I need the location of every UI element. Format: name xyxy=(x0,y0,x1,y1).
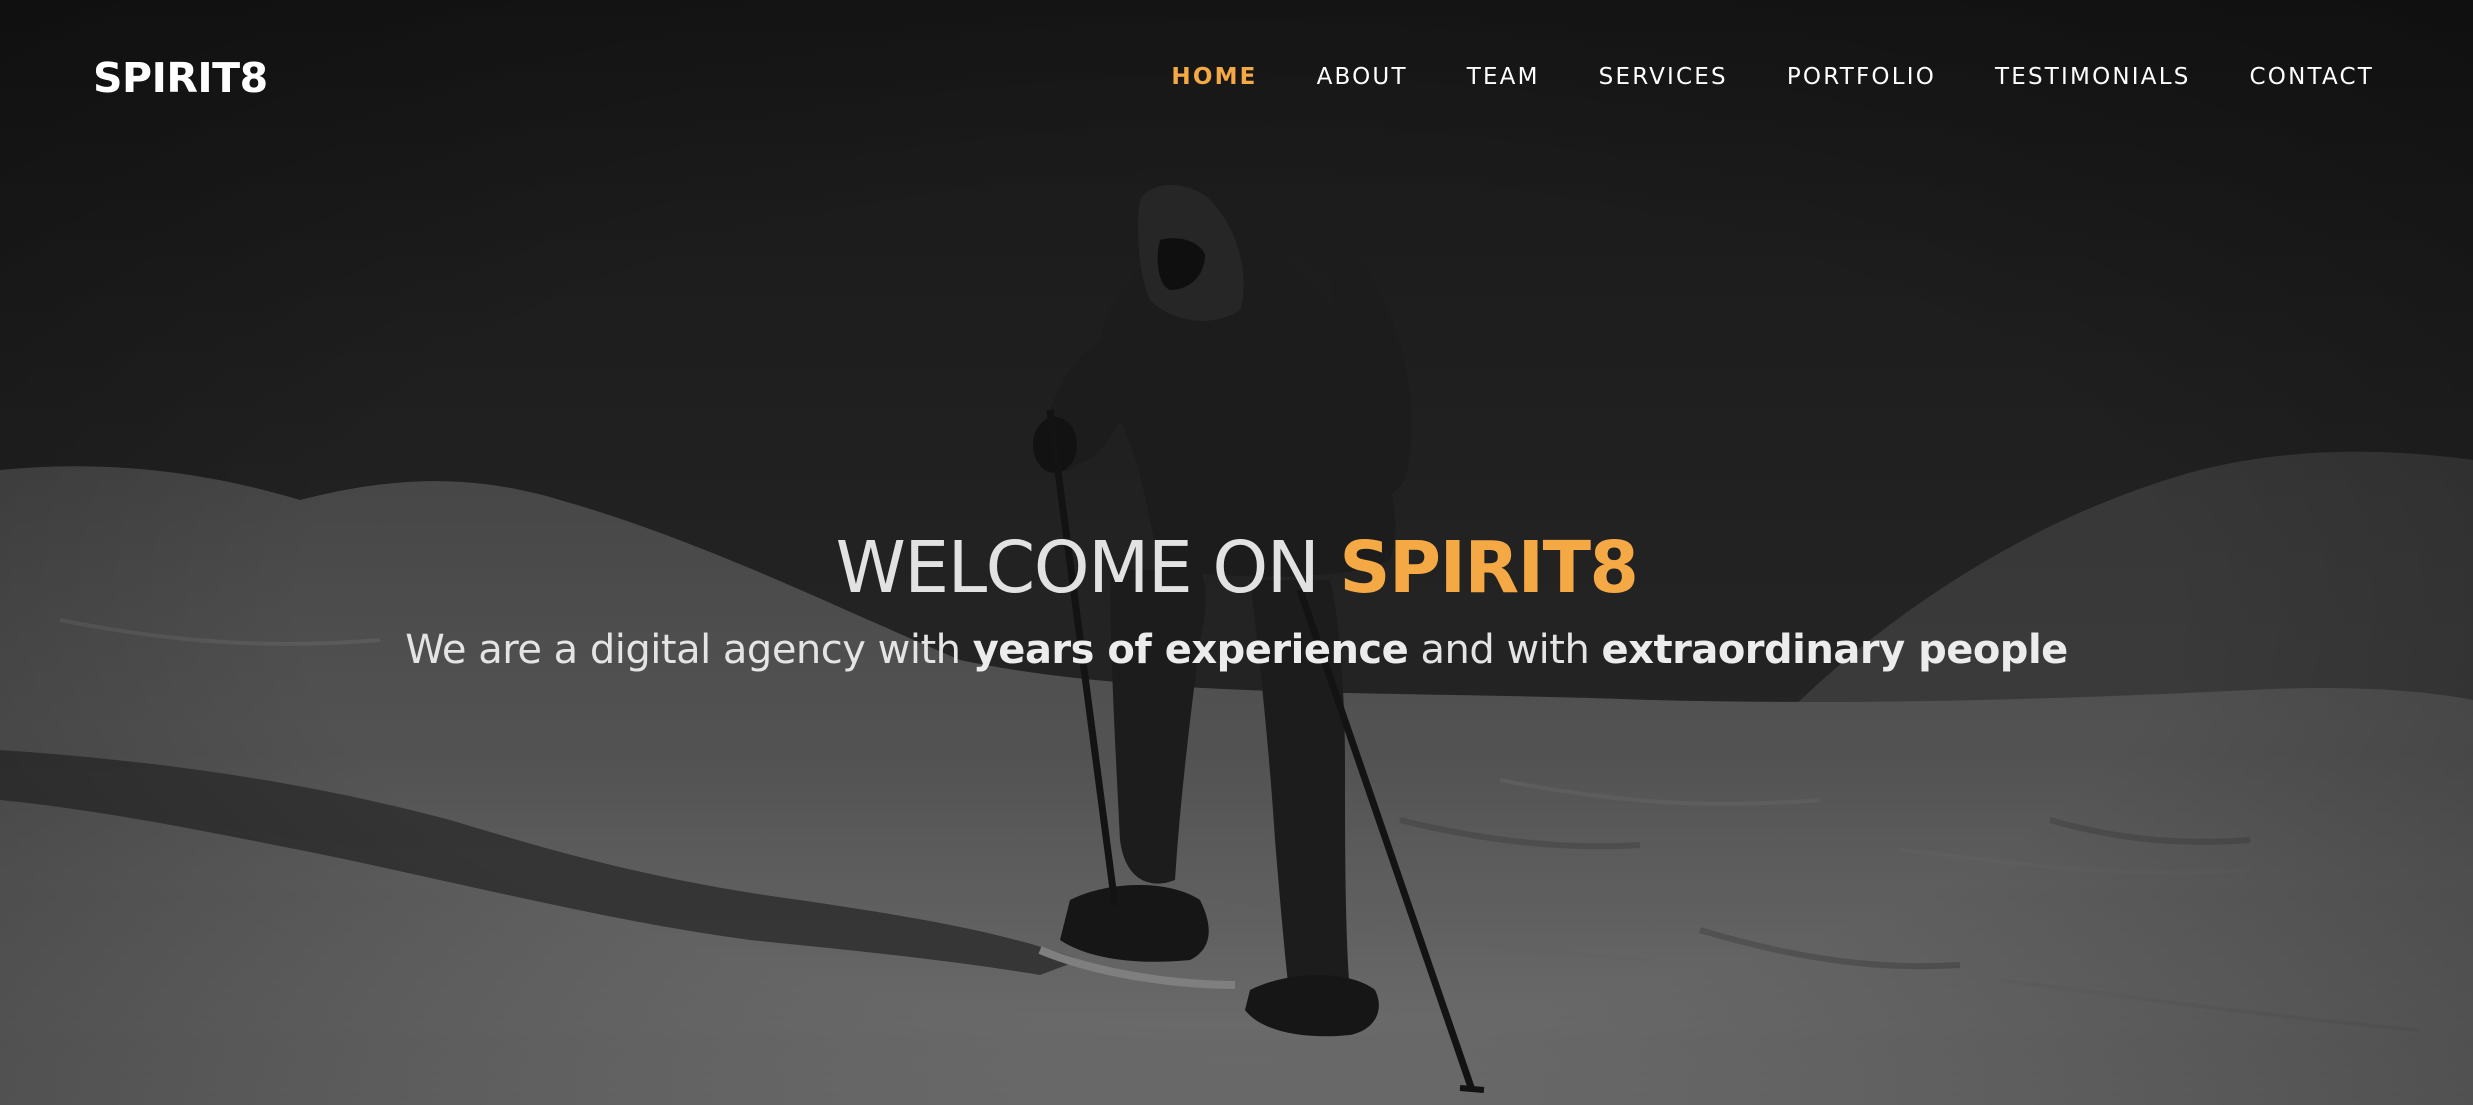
nav-link-about[interactable]: ABOUT xyxy=(1317,64,1408,90)
nav-link-testimonials[interactable]: TESTIMONIALS xyxy=(1995,64,2191,90)
hero-title-accent: SPIRIT8 xyxy=(1339,526,1639,609)
hero-title-prefix: WELCOME ON xyxy=(835,526,1340,609)
nav-item-testimonials: TESTIMONIALS xyxy=(1995,64,2191,90)
hero-content: WELCOME ON SPIRIT8 We are a digital agen… xyxy=(0,520,2473,680)
nav-item-services: SERVICES xyxy=(1599,64,1728,90)
brand-logo[interactable]: SPIRIT8 xyxy=(93,54,268,102)
nav-link-services[interactable]: SERVICES xyxy=(1599,64,1728,90)
top-navbar: SPIRIT8 HOME ABOUT TEAM SERVICES PORTFOL… xyxy=(0,0,2473,160)
nav-item-portfolio: PORTFOLIO xyxy=(1787,64,1936,90)
nav-menu: HOME ABOUT TEAM SERVICES PORTFOLIO TESTI… xyxy=(1171,64,2374,90)
hero-subtitle-part1: We are a digital agency with xyxy=(405,627,973,673)
nav-link-team[interactable]: TEAM xyxy=(1467,64,1540,90)
nav-link-contact[interactable]: CONTACT xyxy=(2250,64,2374,90)
nav-item-team: TEAM xyxy=(1467,64,1540,90)
hero-subtitle: We are a digital agency with years of ex… xyxy=(0,620,2473,680)
nav-link-home[interactable]: HOME xyxy=(1171,64,1257,90)
nav-link-portfolio[interactable]: PORTFOLIO xyxy=(1787,64,1936,90)
hero-section: SPIRIT8 HOME ABOUT TEAM SERVICES PORTFOL… xyxy=(0,0,2473,1105)
nav-item-home: HOME xyxy=(1171,64,1257,90)
hero-subtitle-highlight-experience: years of experience xyxy=(972,627,1409,673)
hero-subtitle-part2: and with xyxy=(1408,627,1602,673)
hero-title: WELCOME ON SPIRIT8 xyxy=(0,520,2473,616)
nav-item-contact: CONTACT xyxy=(2250,64,2374,90)
nav-item-about: ABOUT xyxy=(1317,64,1408,90)
hero-subtitle-highlight-people: extraordinary people xyxy=(1601,627,2069,673)
